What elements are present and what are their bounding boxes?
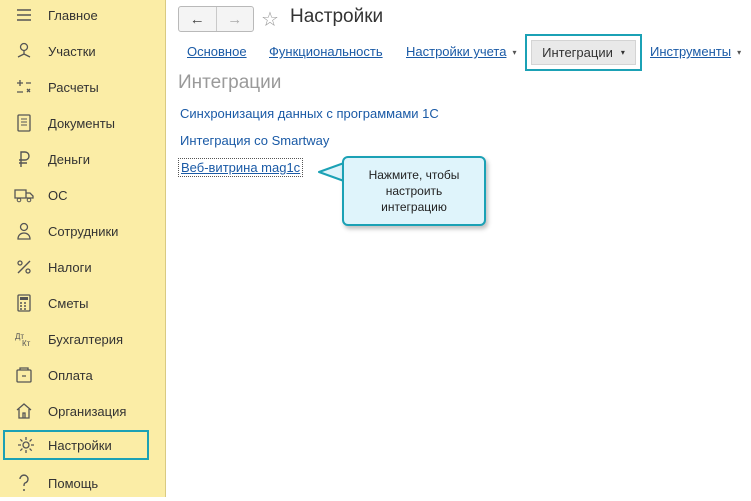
sidebar-item-taxes[interactable]: Налоги xyxy=(0,249,165,285)
person-icon xyxy=(14,221,34,241)
sidebar-item-label: Главное xyxy=(48,7,98,23)
sidebar-item-label: Оплата xyxy=(48,367,93,383)
sidebar-item-label: Сметы xyxy=(48,295,89,311)
chevron-down-icon: ▾ xyxy=(512,48,517,58)
tooltip-line: Нажмите, чтобы xyxy=(368,168,460,182)
calculator-icon xyxy=(14,77,34,97)
tab-integrations[interactable]: Интеграции ▾ xyxy=(531,40,636,65)
sidebar: Главное Участки Расчеты Документы Деньги… xyxy=(0,0,166,497)
hierarchy-icon xyxy=(14,41,34,61)
back-button[interactable]: ← xyxy=(179,7,216,31)
sidebar-item-money[interactable]: Деньги xyxy=(0,141,165,177)
tab-main[interactable]: Основное xyxy=(187,44,247,59)
percent-icon xyxy=(14,257,34,277)
sidebar-item-label: Помощь xyxy=(48,475,99,491)
sidebar-item-label: Документы xyxy=(48,115,116,131)
question-icon xyxy=(14,473,34,493)
sidebar-item-settings[interactable]: Настройки xyxy=(3,430,149,460)
ruble-icon xyxy=(14,149,34,169)
section-title: Интеграции xyxy=(178,72,282,93)
tooltip-line: настроить xyxy=(385,184,443,198)
sidebar-item-label: ОС xyxy=(48,187,68,203)
sidebar-item-fixed-assets[interactable]: ОС xyxy=(0,177,165,213)
sidebar-item-estimates[interactable]: Сметы xyxy=(0,285,165,321)
payment-icon xyxy=(14,365,34,385)
hint-tooltip: Нажмите, чтобы настроить интеграцию xyxy=(342,156,486,226)
sidebar-item-label: Деньги xyxy=(48,151,90,167)
sidebar-item-label: Налоги xyxy=(48,259,92,275)
tab-functionality[interactable]: Функциональность xyxy=(269,44,383,59)
sidebar-item-payment[interactable]: Оплата xyxy=(0,357,165,393)
chevron-down-icon: ▾ xyxy=(737,48,742,58)
svg-text:Кт: Кт xyxy=(22,339,31,348)
sidebar-item-label: Настройки xyxy=(48,437,112,453)
tab-integrations-highlight: Интеграции ▾ xyxy=(525,34,642,71)
chevron-down-icon: ▾ xyxy=(620,48,625,57)
truck-icon xyxy=(14,185,34,205)
tooltip-line: интеграцию xyxy=(381,200,447,214)
sidebar-item-calculations[interactable]: Расчеты xyxy=(0,69,165,105)
forward-button[interactable]: → xyxy=(215,7,254,31)
calc-grid-icon xyxy=(14,293,34,313)
sidebar-item-sections[interactable]: Участки xyxy=(0,33,165,69)
sidebar-item-main[interactable]: Главное xyxy=(0,0,165,33)
tab-accounting-settings[interactable]: Настройки учета ▾ xyxy=(406,44,516,59)
sidebar-item-label: Бухгалтерия xyxy=(48,331,124,347)
favorite-star-icon[interactable]: ☆ xyxy=(261,7,279,32)
menu-icon xyxy=(14,5,34,25)
building-icon xyxy=(14,401,34,421)
tab-tools[interactable]: Инструменты ▾ xyxy=(650,44,741,59)
sidebar-item-organization[interactable]: Организация xyxy=(0,393,165,429)
main-panel: ← → ☆ Настройки Основное Функциональност… xyxy=(166,0,751,497)
arrow-right-icon: → xyxy=(227,10,243,28)
document-icon xyxy=(14,113,34,133)
link-sync-1c[interactable]: Синхронизация данных с программами 1С xyxy=(180,106,439,121)
page-title: Настройки xyxy=(290,6,384,27)
settings-tabs: Основное Функциональность Настройки учет… xyxy=(166,34,751,71)
sidebar-item-label: Сотрудники xyxy=(48,223,119,239)
sidebar-item-accounting[interactable]: Дт Кт Бухгалтерия xyxy=(0,321,165,357)
navigation-buttons: ← → xyxy=(178,6,254,32)
link-web-showcase-mag1c[interactable]: Веб-витрина mag1c xyxy=(178,158,304,177)
gear-icon xyxy=(16,435,36,455)
arrow-left-icon: ← xyxy=(189,10,205,28)
link-smartway[interactable]: Интеграция со Smartway xyxy=(180,133,329,148)
sidebar-item-documents[interactable]: Документы xyxy=(0,105,165,141)
sidebar-item-help[interactable]: Помощь xyxy=(0,465,165,501)
sidebar-item-employees[interactable]: Сотрудники xyxy=(0,213,165,249)
dt-kt-icon: Дт Кт xyxy=(14,329,34,349)
sidebar-item-label: Участки xyxy=(48,43,96,59)
sidebar-item-label: Расчеты xyxy=(48,79,99,95)
sidebar-item-label: Организация xyxy=(48,403,127,419)
